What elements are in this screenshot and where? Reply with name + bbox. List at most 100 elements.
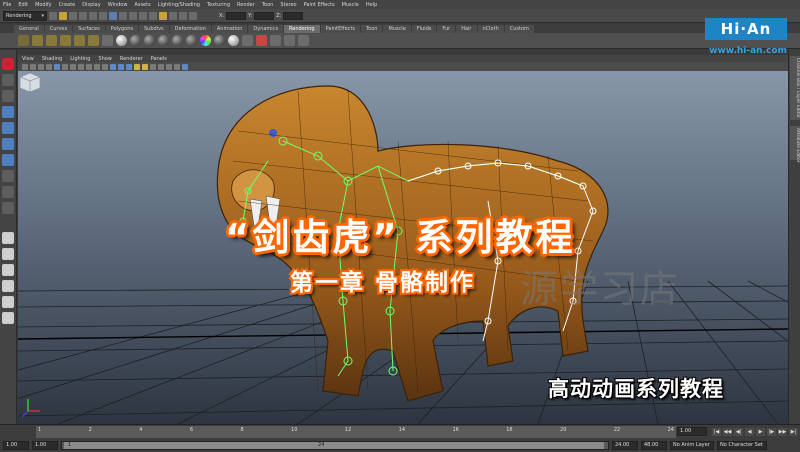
ipr-icon[interactable] bbox=[284, 35, 295, 46]
go-to-start-button[interactable]: |◀ bbox=[712, 428, 721, 436]
tab-fur[interactable]: Fur bbox=[437, 25, 456, 33]
blinn-material-icon[interactable] bbox=[130, 35, 141, 46]
viewport-menu-panels[interactable]: Panels bbox=[151, 56, 167, 62]
hypershade-icon[interactable] bbox=[189, 11, 197, 20]
phonge-material-icon[interactable] bbox=[158, 35, 169, 46]
tab-deformation[interactable]: Deformation bbox=[169, 25, 211, 33]
select-tool-icon[interactable] bbox=[2, 58, 14, 70]
layered-shader-icon[interactable] bbox=[186, 35, 197, 46]
persp-outliner-layout-icon[interactable] bbox=[2, 264, 14, 276]
isolate-select-icon[interactable] bbox=[174, 63, 180, 70]
anisotropic-material-icon[interactable] bbox=[172, 35, 183, 46]
rotate-tool-icon[interactable] bbox=[2, 122, 14, 134]
use-background-icon[interactable] bbox=[228, 35, 239, 46]
animation-end-field[interactable]: 48.00 bbox=[641, 440, 667, 450]
wireframe-on-shaded-icon[interactable] bbox=[126, 63, 132, 70]
tab-ncloth[interactable]: nCloth bbox=[477, 25, 504, 33]
play-backwards-button[interactable]: ◀ bbox=[745, 428, 754, 436]
tab-toon[interactable]: Toon bbox=[360, 25, 383, 33]
step-forward-key-button[interactable]: ▶▶ bbox=[778, 428, 787, 436]
tab-painteffects[interactable]: PaintEffects bbox=[320, 25, 360, 33]
open-scene-icon[interactable] bbox=[59, 11, 67, 20]
viewcube-icon[interactable] bbox=[18, 71, 42, 93]
tab-custom[interactable]: Custom bbox=[504, 25, 534, 33]
z-field[interactable] bbox=[283, 11, 304, 20]
high-quality-icon[interactable] bbox=[182, 63, 188, 70]
shadows-icon[interactable] bbox=[150, 63, 156, 70]
menu-set-select[interactable]: Rendering bbox=[3, 10, 47, 21]
menu-edit[interactable]: Edit bbox=[18, 2, 28, 8]
menu-stereo[interactable]: Stereo bbox=[280, 2, 296, 8]
attribute-editor-tab[interactable]: Attribute Editor bbox=[790, 126, 800, 163]
tab-subdivs[interactable]: Subdivs bbox=[139, 25, 169, 33]
tab-curves[interactable]: Curves bbox=[44, 25, 73, 33]
four-view-layout-icon[interactable] bbox=[2, 248, 14, 260]
point-light-icon[interactable] bbox=[32, 35, 43, 46]
tab-polygons[interactable]: Polygons bbox=[105, 25, 138, 33]
hypershade-layout-icon[interactable] bbox=[2, 296, 14, 308]
snap-point-icon[interactable] bbox=[129, 11, 137, 20]
use-all-lights-icon[interactable] bbox=[142, 63, 148, 70]
snap-grid-icon[interactable] bbox=[109, 11, 117, 20]
render-view-icon[interactable] bbox=[256, 35, 267, 46]
ipr-render-icon[interactable] bbox=[169, 11, 177, 20]
grid-toggle-icon[interactable] bbox=[54, 63, 60, 70]
tab-hair[interactable]: Hair bbox=[456, 25, 477, 33]
single-perspective-layout-icon[interactable] bbox=[2, 232, 14, 244]
image-plane-icon[interactable] bbox=[46, 63, 52, 70]
paint-select-tool-icon[interactable] bbox=[2, 90, 14, 102]
menu-texturing[interactable]: Texturing bbox=[207, 2, 230, 8]
tab-dynamics[interactable]: Dynamics bbox=[248, 25, 284, 33]
render-settings-icon[interactable] bbox=[179, 11, 187, 20]
menu-assets[interactable]: Assets bbox=[134, 2, 150, 8]
snap-curve-icon[interactable] bbox=[119, 11, 127, 20]
menu-lighting-shading[interactable]: Lighting/Shading bbox=[158, 2, 200, 8]
resolution-gate-icon[interactable] bbox=[70, 63, 76, 70]
channel-box-tab[interactable]: Channel Box / Layer Editor bbox=[790, 56, 800, 120]
textured-icon[interactable] bbox=[134, 63, 140, 70]
tab-animation[interactable]: Animation bbox=[211, 25, 248, 33]
smooth-shade-icon[interactable] bbox=[118, 63, 124, 70]
tab-rendering[interactable]: Rendering bbox=[284, 25, 320, 33]
bookmarks-icon[interactable] bbox=[38, 63, 44, 70]
viewport-menu-shading[interactable]: Shading bbox=[42, 56, 62, 62]
construction-history-icon[interactable] bbox=[149, 11, 157, 20]
viewport-menu-view[interactable]: View bbox=[22, 56, 34, 62]
menu-file[interactable]: File bbox=[3, 2, 11, 8]
menu-create[interactable]: Create bbox=[59, 2, 76, 8]
phong-material-icon[interactable] bbox=[144, 35, 155, 46]
new-scene-icon[interactable] bbox=[49, 11, 57, 20]
playback-end-field[interactable]: 24.00 bbox=[612, 440, 638, 450]
tab-surfaces[interactable]: Surfaces bbox=[73, 25, 105, 33]
current-frame-field[interactable]: 1.00 bbox=[677, 427, 707, 436]
select-hierarchy-icon[interactable] bbox=[79, 11, 87, 20]
menu-paint-effects[interactable]: Paint Effects bbox=[304, 2, 335, 8]
outliner-layout-icon[interactable] bbox=[2, 312, 14, 324]
menu-render[interactable]: Render bbox=[237, 2, 255, 8]
play-forwards-button[interactable]: ▶ bbox=[756, 428, 765, 436]
xray-icon[interactable] bbox=[158, 63, 164, 70]
range-bar[interactable]: 1 24 bbox=[61, 440, 609, 450]
y-field[interactable] bbox=[254, 11, 275, 20]
render-current-frame-icon[interactable] bbox=[159, 11, 167, 20]
show-manipulator-icon[interactable] bbox=[2, 186, 14, 198]
render-icon[interactable] bbox=[270, 35, 281, 46]
viewport-menu-renderer[interactable]: Renderer bbox=[120, 56, 143, 62]
animation-start-field[interactable]: 1.00 bbox=[3, 440, 29, 450]
viewport-menu-lighting[interactable]: Lighting bbox=[70, 56, 90, 62]
scale-tool-icon[interactable] bbox=[2, 138, 14, 150]
step-back-key-button[interactable]: ◀◀ bbox=[723, 428, 732, 436]
safe-title-icon[interactable] bbox=[102, 63, 108, 70]
camera-icon[interactable] bbox=[102, 35, 113, 46]
tab-general[interactable]: General bbox=[14, 25, 44, 33]
surface-shader-icon[interactable] bbox=[214, 35, 225, 46]
camera-attributes-icon[interactable] bbox=[30, 63, 36, 70]
select-component-icon[interactable] bbox=[99, 11, 107, 20]
field-chart-icon[interactable] bbox=[86, 63, 92, 70]
menu-display[interactable]: Display bbox=[82, 2, 100, 8]
volume-light-icon[interactable] bbox=[88, 35, 99, 46]
go-to-end-button[interactable]: ▶| bbox=[789, 428, 798, 436]
range-handle[interactable]: 1 24 bbox=[64, 441, 604, 449]
move-tool-icon[interactable] bbox=[2, 106, 14, 118]
xray-joints-icon[interactable] bbox=[166, 63, 172, 70]
